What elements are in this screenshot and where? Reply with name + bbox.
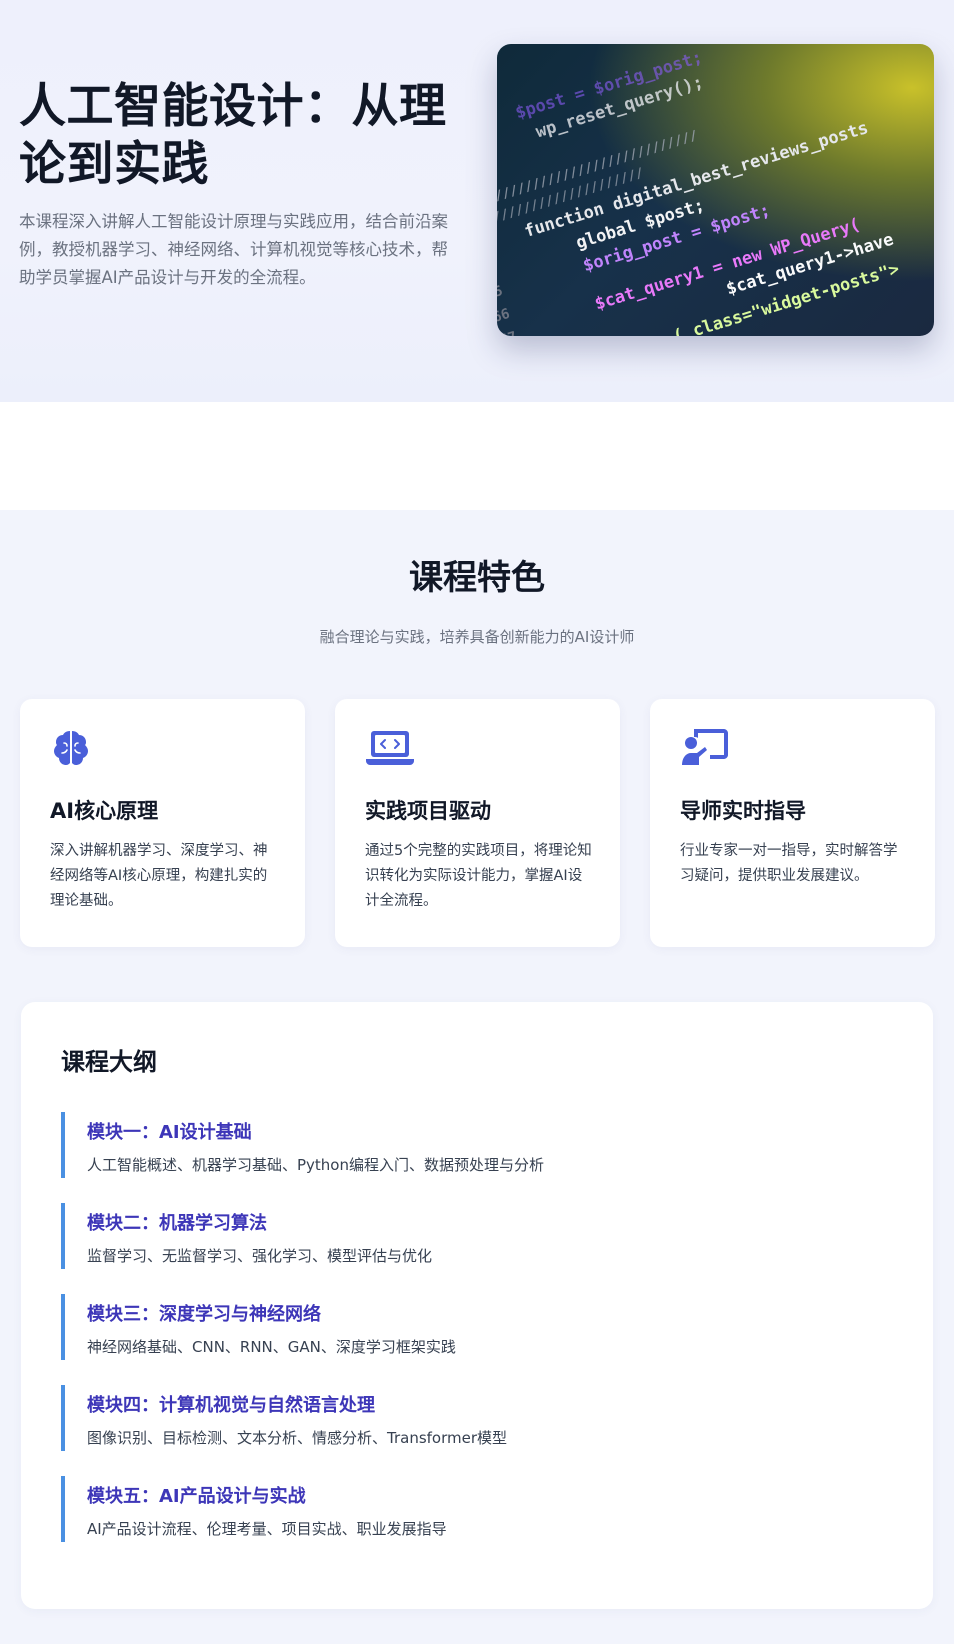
features-subtitle: 融合理论与实践，培养具备创新能力的AI设计师 bbox=[319, 628, 635, 646]
feature-card-title: AI核心原理 bbox=[50, 799, 159, 823]
feature-card-description: 行业专家一对一指导，实时解答学习疑问，提供职业发展建议。 bbox=[680, 843, 898, 884]
feature-card-mentor-guidance: 导师实时指导 行业专家一对一指导，实时解答学习疑问，提供职业发展建议。 bbox=[650, 699, 935, 947]
module-description: 图像识别、目标检测、文本分析、情感分析、Transformer模型 bbox=[87, 1429, 508, 1447]
hero-description: 本课程深入讲解人工智能设计原理与实践应用，结合前沿案例，教授机器学习、神经网络、… bbox=[19, 212, 448, 287]
brain-icon bbox=[50, 727, 92, 769]
outline-module: 模块二：机器学习算法 监督学习、无监督学习、强化学习、模型评估与优化 bbox=[61, 1203, 881, 1269]
outline-title: 课程大纲 bbox=[61, 1048, 157, 1076]
module-title: 模块五：AI产品设计与实战 bbox=[87, 1486, 306, 1507]
course-outline: 课程大纲 模块一：AI设计基础 人工智能概述、机器学习基础、Python编程入门… bbox=[21, 1002, 933, 1609]
feature-card-description: 通过5个完整的实践项目，将理论知识转化为实际设计能力，掌握AI设计全流程。 bbox=[365, 843, 592, 909]
svg-text:365: 365 bbox=[497, 283, 505, 306]
features-title: 课程特色 bbox=[409, 558, 545, 598]
hero-section: 人工智能设计：从理论到实践 本课程深入讲解人工智能设计原理与实践应用，结合前沿案… bbox=[0, 0, 954, 402]
laptop-code-icon bbox=[365, 727, 414, 769]
module-description: AI产品设计流程、伦理考量、项目实战、职业发展指导 bbox=[87, 1520, 447, 1538]
feature-card-title: 导师实时指导 bbox=[680, 799, 806, 823]
outline-module: 模块一：AI设计基础 人工智能概述、机器学习基础、Python编程入门、数据预处… bbox=[61, 1112, 881, 1178]
feature-card-practice-projects: 实践项目驱动 通过5个完整的实践项目，将理论知识转化为实际设计能力，掌握AI设计… bbox=[335, 699, 620, 947]
module-description: 监督学习、无监督学习、强化学习、模型评估与优化 bbox=[87, 1247, 433, 1265]
module-description: 人工智能概述、机器学习基础、Python编程入门、数据预处理与分析 bbox=[87, 1156, 544, 1174]
features-section: 课程特色 融合理论与实践，培养具备创新能力的AI设计师 AI核心原理 深入讲解机… bbox=[0, 510, 954, 1644]
hero-title: 人工智能设计：从理论到实践 bbox=[19, 79, 447, 192]
module-title: 模块三：深度学习与神经网络 bbox=[87, 1304, 321, 1325]
outline-module: 模块三：深度学习与神经网络 神经网络基础、CNN、RNN、GAN、深度学习框架实… bbox=[61, 1294, 881, 1360]
hero-code-image: $post = $orig_post; wp_reset_query(); //… bbox=[497, 44, 934, 336]
svg-text:367: 367 bbox=[497, 329, 519, 336]
module-description: 神经网络基础、CNN、RNN、GAN、深度学习框架实践 bbox=[87, 1338, 456, 1356]
svg-text:366: 366 bbox=[497, 306, 512, 329]
code-screen-graphic: $post = $orig_post; wp_reset_query(); //… bbox=[497, 47, 902, 336]
feature-card-ai-principles: AI核心原理 深入讲解机器学习、深度学习、神经网络等AI核心原理，构建扎实的理论… bbox=[20, 699, 305, 947]
feature-card-description: 深入讲解机器学习、深度学习、神经网络等AI核心原理，构建扎实的理论基础。 bbox=[50, 843, 268, 909]
outline-module: 模块五：AI产品设计与实战 AI产品设计流程、伦理考量、项目实战、职业发展指导 bbox=[61, 1476, 881, 1542]
svg-text:364: 364 bbox=[497, 260, 498, 283]
module-title: 模块二：机器学习算法 bbox=[87, 1213, 267, 1234]
outline-module: 模块四：计算机视觉与自然语言处理 图像识别、目标检测、文本分析、情感分析、Tra… bbox=[61, 1385, 881, 1451]
module-title: 模块四：计算机视觉与自然语言处理 bbox=[87, 1395, 375, 1416]
feature-card-title: 实践项目驱动 bbox=[365, 799, 491, 823]
module-title: 模块一：AI设计基础 bbox=[87, 1122, 252, 1143]
teacher-icon bbox=[680, 727, 728, 769]
